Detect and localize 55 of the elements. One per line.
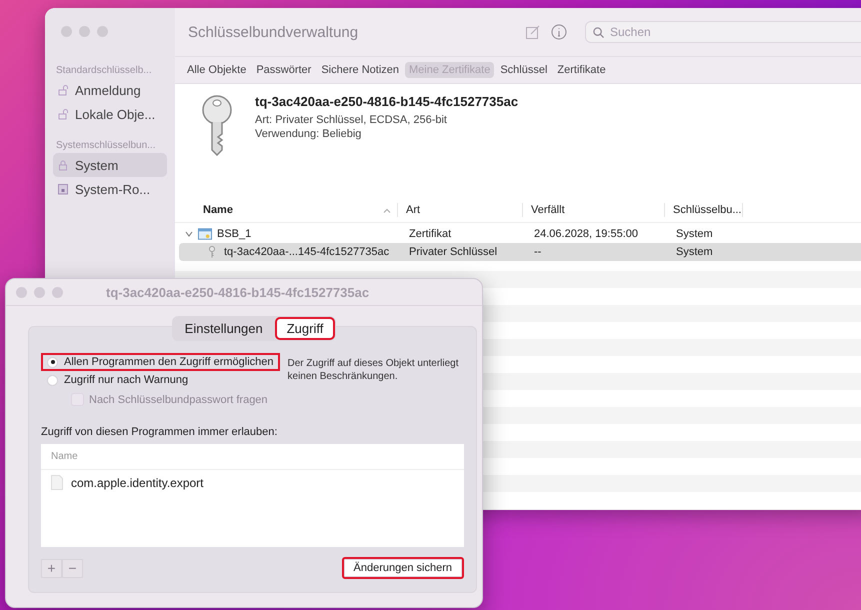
radio-option[interactable]: Allen Programmen den Zugriff ermöglichen [41,353,280,371]
category-tab[interactable]: Passwörter [252,62,316,78]
dialog-title: tq-3ac420aa-e250-4816-b145-4fc1527735ac [106,284,370,300]
sidebar-item[interactable]: Lokale Obje... [53,102,167,126]
apps-label: Zugriff von diesen Programmen immer erlauben: [41,426,278,438]
edit-icon[interactable] [525,24,541,40]
table-cell: BSB_1 [217,228,252,240]
window-control-button[interactable] [34,286,45,298]
sidebar-item[interactable]: System [53,153,167,177]
sidebar-item[interactable]: Anmeldung [53,78,167,102]
category-tab[interactable]: Sichere Notizen [317,62,403,78]
table-cell-text: 24.06.2028, 19:55:00 [533,228,639,240]
category-tab[interactable]: Zertifikate [553,62,610,78]
column-header[interactable]: Schlüsselbu... [664,203,742,217]
save-changes-button[interactable]: Änderungen sichern [342,557,464,579]
table-cell-text: -- [533,246,542,258]
padlock-icon [57,159,69,171]
table-cell-text: System [675,228,714,240]
table-row[interactable]: tq-3ac420aa-...145-4fc1527735ac Privater Schlüssel -- System [179,243,861,261]
table-cell-text: Zertifikat [408,228,452,240]
document-icon [51,475,63,490]
padlock-icon [57,84,69,96]
table-cell-text: Privater Schlüssel [408,246,498,258]
search-field[interactable]: Suchen [585,21,861,43]
sidebar-heading: Systemschlüsselbun... [56,140,156,151]
column-header[interactable]: Verfällt [522,203,664,217]
table-cell: tq-3ac420aa-...145-4fc1527735ac [224,246,390,258]
window-control-button[interactable] [61,26,72,37]
chevron-icon[interactable] [185,231,193,237]
window-control-button[interactable] [52,286,63,298]
window-control-button[interactable] [16,286,27,298]
dialog-tab[interactable]: Einstellungen [172,317,275,340]
info-icon[interactable] [551,24,567,40]
sidebar-item[interactable]: System-Ro... [53,177,167,201]
padlock-icon [57,108,69,120]
sidebar-heading: Standardschlüsselb... [56,65,153,76]
category-tab[interactable]: Alle Objekte [183,62,250,78]
sort-caret-icon [383,208,391,212]
item-property: Verwendung: Beliebig [255,128,362,140]
cabinet-icon [57,183,69,195]
table-row[interactable]: BSB_1 Zertifikat 24.06.2028, 19:55:00 System [179,225,861,243]
category-tab[interactable]: Schlüssel [496,62,552,78]
window-control-button[interactable] [79,26,90,37]
access-description: Der Zugriff auf dieses Objekt unterliegt keinen Beschränkungen. [288,357,460,383]
item-name: tq-3ac420aa-e250-4816-b145-4fc1527735ac [255,94,518,109]
app-name[interactable]: com.apple.identity.export [71,476,204,490]
radio-option[interactable]: Zugriff nur nach Warnung [41,371,194,389]
dialog-tab[interactable]: Zugriff [274,317,336,340]
window-control-button[interactable] [97,26,108,37]
certificate-icon [198,228,212,240]
window-title: Schlüsselbundverwaltung [188,24,360,40]
column-header[interactable]: Name [175,203,397,217]
column-header[interactable]: Art [397,203,522,217]
item-property: Art: Privater Schlüssel, ECDSA, 256-bit [255,114,448,126]
table-cell-text: System [675,246,714,258]
